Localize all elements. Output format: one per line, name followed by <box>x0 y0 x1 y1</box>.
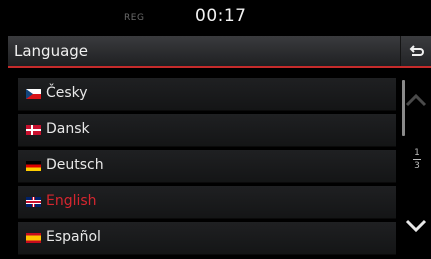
back-button[interactable] <box>400 36 431 66</box>
language-item-espanol[interactable]: Español <box>18 222 396 255</box>
scroll-down-button[interactable] <box>404 214 428 238</box>
language-label: Deutsch <box>46 157 104 173</box>
language-label: Česky <box>46 85 88 101</box>
language-item-english[interactable]: English <box>18 186 396 219</box>
page-indicator: 1 3 <box>410 148 424 171</box>
header-bar: Language <box>8 36 431 68</box>
dk-flag-icon <box>26 125 41 135</box>
language-item-deutsch[interactable]: Deutsch <box>18 150 396 183</box>
language-item-cesky[interactable]: Česky <box>18 78 396 111</box>
page-title: Language <box>14 42 89 60</box>
language-screen: REG 00:17 Language Česky Dansk Deutsch E… <box>0 0 431 259</box>
back-arrow-icon <box>409 45 424 56</box>
cz-flag-icon <box>26 89 41 99</box>
scroll-up-button[interactable] <box>404 88 428 112</box>
chevron-down-icon <box>405 219 427 233</box>
status-tag: REG <box>124 13 145 23</box>
page-divider <box>413 159 421 160</box>
status-bar: REG 00:17 <box>0 0 431 36</box>
chevron-up-icon <box>405 93 427 107</box>
gb-flag-icon <box>26 197 41 207</box>
de-flag-icon <box>26 161 41 171</box>
language-list: Česky Dansk Deutsch English Español <box>18 78 396 258</box>
page-total: 3 <box>414 161 420 171</box>
language-label: Dansk <box>46 121 90 137</box>
es-flag-icon <box>26 233 41 243</box>
clock: 00:17 <box>195 6 247 26</box>
page-current: 1 <box>414 148 420 158</box>
language-label: English <box>46 193 97 209</box>
language-item-dansk[interactable]: Dansk <box>18 114 396 147</box>
language-label: Español <box>46 229 101 245</box>
